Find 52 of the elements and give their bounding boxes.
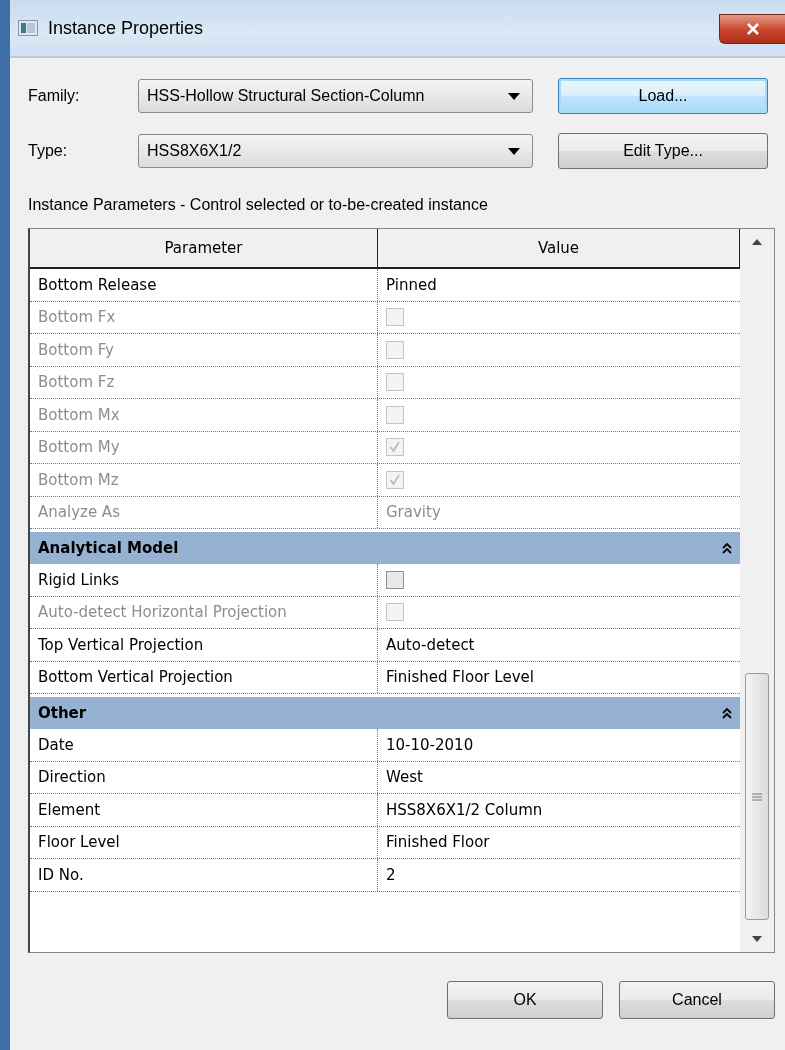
- parameter-value: Pinned: [386, 275, 437, 294]
- parameter-name: Element: [30, 794, 378, 826]
- parameter-name: Analyze As: [30, 496, 378, 528]
- scroll-thumb[interactable]: [745, 673, 769, 920]
- parameter-name: Bottom Fx: [30, 301, 378, 333]
- close-button[interactable]: [719, 14, 785, 44]
- section-label: Instance Parameters - Control selected or to-be-created instance: [28, 196, 489, 214]
- type-dropdown[interactable]: HSS8X6X1/2: [138, 134, 533, 168]
- family-dropdown[interactable]: HSS-Hollow Structural Section-Column: [138, 79, 533, 113]
- scroll-down-icon: [752, 936, 762, 942]
- parameter-value: Auto-detect: [386, 635, 475, 654]
- dropdown-arrow-icon: [508, 92, 520, 100]
- parameter-value: 2: [386, 865, 396, 884]
- parameter-name: Floor Level: [30, 826, 378, 858]
- scrollbar[interactable]: [740, 229, 774, 952]
- load-button[interactable]: Load...: [558, 78, 768, 114]
- parameter-name: Bottom Fz: [30, 366, 378, 398]
- family-label: Family:: [28, 87, 81, 105]
- parameter-name: Auto-detect Horizontal Projection: [30, 596, 378, 628]
- group-header[interactable]: Analytical Model: [30, 532, 740, 564]
- parameter-name: Bottom Vertical Projection: [30, 661, 378, 693]
- ok-button[interactable]: OK: [447, 981, 603, 1019]
- edit-type-button[interactable]: Edit Type...: [558, 133, 768, 169]
- dropdown-arrow-icon: [508, 147, 520, 155]
- parameter-value: Gravity: [386, 503, 441, 522]
- parameter-value: 10-10-2010: [386, 735, 474, 754]
- scroll-up-icon: [752, 239, 762, 245]
- column-header: Parameter: [30, 229, 378, 267]
- grip-icon: [752, 792, 762, 801]
- collapse-icon: [722, 542, 732, 554]
- checkbox[interactable]: [386, 570, 404, 589]
- parameter-name: Bottom Mx: [30, 399, 378, 431]
- group-header[interactable]: Other: [30, 697, 740, 729]
- parameter-value: West: [386, 768, 423, 787]
- collapse-icon: [722, 707, 732, 719]
- parameter-value: Finished Floor Level: [386, 668, 534, 687]
- window-title: Instance Properties: [48, 17, 204, 39]
- type-label: Type:: [28, 142, 69, 160]
- parameter-value: HSS8X6X1/2 Column: [386, 800, 543, 819]
- parameter-name: ID No.: [30, 859, 378, 891]
- parameter-name: Bottom Mz: [30, 464, 378, 496]
- parameter-name: Bottom Release: [30, 269, 378, 301]
- cancel-button[interactable]: Cancel: [619, 981, 775, 1019]
- close-icon: [745, 23, 760, 35]
- parameter-name: Rigid Links: [30, 564, 378, 596]
- parameter-value: Finished Floor: [386, 833, 490, 852]
- parameter-name: Date: [30, 729, 378, 761]
- window-icon: [18, 20, 38, 36]
- parameter-name: Top Vertical Projection: [30, 629, 378, 661]
- parameter-name: Direction: [30, 761, 378, 793]
- parameter-name: Bottom Fy: [30, 334, 378, 366]
- parameter-name: Bottom My: [30, 431, 378, 463]
